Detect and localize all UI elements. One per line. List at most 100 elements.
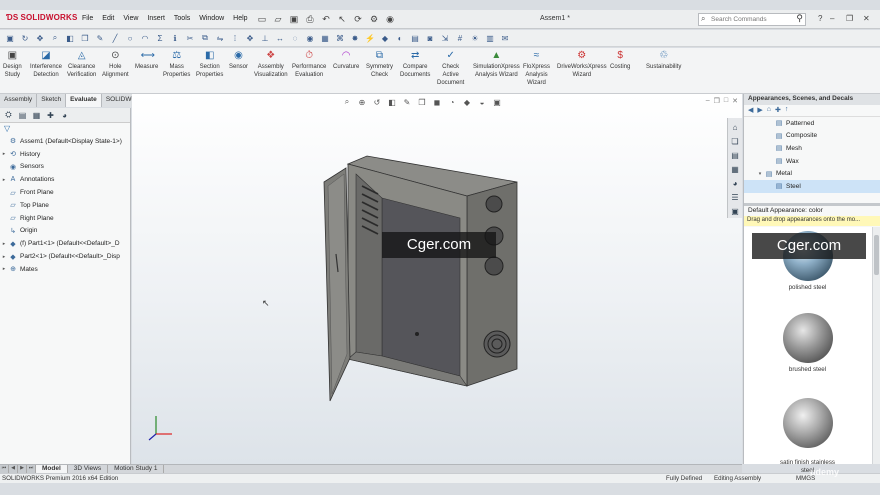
feature-manager-icon[interactable]: ⛭ bbox=[3, 110, 14, 120]
resources-icon[interactable]: ❏ bbox=[730, 136, 741, 147]
smart-dimension-icon[interactable]: ↔ bbox=[274, 32, 286, 44]
compare-button[interactable]: ⇄ Compare Documents bbox=[400, 51, 430, 79]
expand-icon[interactable]: ▸ bbox=[0, 254, 8, 260]
solidworks-logo[interactable]: ƊS SOLIDWORKS bbox=[6, 13, 78, 22]
options-icon[interactable]: ⚙ bbox=[368, 13, 380, 25]
configuration-manager-icon[interactable]: ▦ bbox=[31, 110, 42, 120]
menu-file[interactable]: File bbox=[82, 15, 93, 22]
interference-button[interactable]: ◪ Interference Detection bbox=[30, 51, 62, 79]
swatch-satin-stainless-steel[interactable]: satin finish stainless steel bbox=[744, 390, 871, 483]
section-properties-button[interactable]: ◧ Section Properties bbox=[196, 51, 223, 79]
tab-sketch[interactable]: Sketch bbox=[37, 94, 67, 107]
add-folder-icon[interactable]: ✚ bbox=[775, 106, 781, 115]
filter-icon[interactable]: ▽ bbox=[0, 123, 130, 135]
view-settings-icon[interactable]: ▣ bbox=[492, 97, 502, 107]
tree-item[interactable]: ▱ Top Plane bbox=[0, 199, 130, 212]
info-icon[interactable]: ℹ bbox=[169, 32, 181, 44]
simulation-button[interactable]: ▲ SimulationXpress Analysis Wizard bbox=[473, 51, 520, 79]
menu-window[interactable]: Window bbox=[199, 15, 224, 22]
hide-icon[interactable]: ◌ bbox=[289, 32, 301, 44]
print-icon[interactable]: ⎙ bbox=[304, 13, 316, 25]
menu-view[interactable]: View bbox=[123, 15, 138, 22]
home-icon[interactable]: ⌂ bbox=[730, 122, 741, 133]
tree-item[interactable]: ▸ ⊕ Mates bbox=[0, 263, 130, 276]
custom-properties-icon[interactable]: ☰ bbox=[730, 192, 741, 203]
assembly-visualization-button[interactable]: ❖ Assembly Visualization bbox=[254, 51, 288, 79]
tree-item[interactable]: ▸ ◆ Part2<1> (Default<<Default>_Disp bbox=[0, 250, 130, 263]
enclosure-model[interactable] bbox=[322, 154, 522, 414]
tree-item[interactable]: ⚙ Assem1 (Default<Display State-1>) bbox=[0, 135, 130, 148]
open-icon[interactable]: ▱ bbox=[272, 13, 284, 25]
note-icon[interactable]: ✉ bbox=[499, 32, 511, 44]
swatch-scrollbar[interactable] bbox=[872, 227, 880, 464]
material-icon[interactable]: ◆ bbox=[379, 32, 391, 44]
tree-item[interactable]: ▱ Front Plane bbox=[0, 186, 130, 199]
appearance-folder[interactable]: ▤ Composite bbox=[744, 130, 880, 143]
expand-icon[interactable]: ▸ bbox=[0, 241, 8, 247]
bottom-tab-model[interactable]: Model bbox=[36, 465, 68, 473]
up-folder-icon[interactable]: ↑ bbox=[785, 106, 789, 115]
menu-edit[interactable]: Edit bbox=[102, 15, 114, 22]
display-icon[interactable]: ◉ bbox=[384, 13, 396, 25]
hole-alignment-button[interactable]: ⊙ Hole Alignment bbox=[102, 51, 129, 79]
scene-icon[interactable]: ◒ bbox=[477, 97, 487, 107]
tree-item[interactable]: ▸ A Annotations bbox=[0, 173, 130, 186]
relations-icon[interactable]: ⊥ bbox=[259, 32, 271, 44]
search-scope-icon[interactable]: ⌕ bbox=[701, 14, 705, 24]
show-icon[interactable]: ◉ bbox=[304, 32, 316, 44]
dimension-icon[interactable]: ⇲ bbox=[439, 32, 451, 44]
camera-icon[interactable]: ◙ bbox=[424, 32, 436, 44]
close-icon[interactable]: ✕ bbox=[863, 14, 870, 23]
sustainability-button[interactable]: ♲ Sustainability bbox=[646, 51, 681, 71]
mate-icon[interactable]: ⌘ bbox=[334, 32, 346, 44]
table-icon[interactable]: ▥ bbox=[484, 32, 496, 44]
restore-icon[interactable]: ❐ bbox=[846, 14, 853, 23]
display-style-icon[interactable]: ◼ bbox=[432, 97, 442, 107]
view-icon[interactable]: ❒ bbox=[79, 32, 91, 44]
select-icon[interactable]: ↖ bbox=[336, 13, 348, 25]
dynamic-annotation-icon[interactable]: ✎ bbox=[402, 97, 412, 107]
design-library-icon[interactable]: ▤ bbox=[730, 150, 741, 161]
search-commands-input[interactable]: ⌕ Search Commands ⚲ bbox=[698, 13, 806, 26]
back-icon[interactable]: ◀ bbox=[748, 106, 753, 115]
expand-icon[interactable]: ▸ bbox=[0, 177, 8, 183]
grid-icon[interactable]: # bbox=[454, 32, 466, 44]
next-tab-icon[interactable]: ▶ bbox=[18, 465, 27, 473]
instant3d-icon[interactable]: ⚡ bbox=[364, 32, 376, 44]
edit-appearance-icon[interactable]: ◆ bbox=[462, 97, 472, 107]
tree-item[interactable]: ↳ Origin bbox=[0, 225, 130, 238]
line-icon[interactable]: ╱ bbox=[109, 32, 121, 44]
bottom-tab-3d-views[interactable]: 3D Views bbox=[68, 465, 109, 473]
sum-icon[interactable]: Σ bbox=[154, 32, 166, 44]
first-tab-icon[interactable]: ⏮ bbox=[0, 465, 9, 473]
arc-icon[interactable]: ◠ bbox=[139, 32, 151, 44]
undo-icon[interactable]: ↶ bbox=[320, 13, 332, 25]
design-study-button[interactable]: ▣ Design Study bbox=[3, 51, 22, 79]
pattern-icon[interactable]: ⁞ bbox=[229, 32, 241, 44]
viewport-restore-icon[interactable]: ❐ bbox=[714, 97, 720, 105]
tree-item[interactable]: ▱ Right Plane bbox=[0, 212, 130, 225]
sketch-icon[interactable]: ✎ bbox=[94, 32, 106, 44]
file-explorer-icon[interactable]: ▦ bbox=[730, 164, 741, 175]
explode-icon[interactable]: ✸ bbox=[349, 32, 361, 44]
view-orientation-icon[interactable]: ❒ bbox=[417, 97, 427, 107]
curvature-button[interactable]: ◠ Curvature bbox=[333, 51, 359, 71]
graphics-area[interactable]: ⌕ ⊕ ↺ ◧ ✎ ❒ ◼ ◔ ◆ ◒ ▣ – ❐ □ ✕ Cger.com bbox=[132, 94, 742, 464]
swatch-brushed-steel[interactable]: brushed steel bbox=[744, 313, 871, 374]
zoom-area-icon[interactable]: ⊕ bbox=[357, 97, 367, 107]
prev-tab-icon[interactable]: ◀ bbox=[9, 465, 18, 473]
floxpress-button[interactable]: ≈ FloXpress Analysis Wizard bbox=[523, 51, 550, 87]
performance-button[interactable]: ⏱ Performance Evaluation bbox=[292, 51, 326, 79]
save-icon[interactable]: ▣ bbox=[288, 13, 300, 25]
section-icon[interactable]: ◧ bbox=[64, 32, 76, 44]
expand-icon[interactable]: ▾ bbox=[756, 171, 764, 177]
circle-icon[interactable]: ○ bbox=[124, 32, 136, 44]
driveworks-button[interactable]: ⚙ DriveWorksXpress Wizard bbox=[557, 51, 607, 79]
viewport-minimize-icon[interactable]: – bbox=[706, 97, 710, 105]
trim-icon[interactable]: ✂ bbox=[184, 32, 196, 44]
forward-icon[interactable]: ▶ bbox=[757, 106, 762, 115]
sensor-button[interactable]: ◉ Sensor bbox=[229, 51, 248, 71]
menu-help[interactable]: Help bbox=[233, 15, 247, 22]
section-view-icon[interactable]: ◧ bbox=[387, 97, 397, 107]
tab-evaluate[interactable]: Evaluate bbox=[66, 94, 102, 107]
